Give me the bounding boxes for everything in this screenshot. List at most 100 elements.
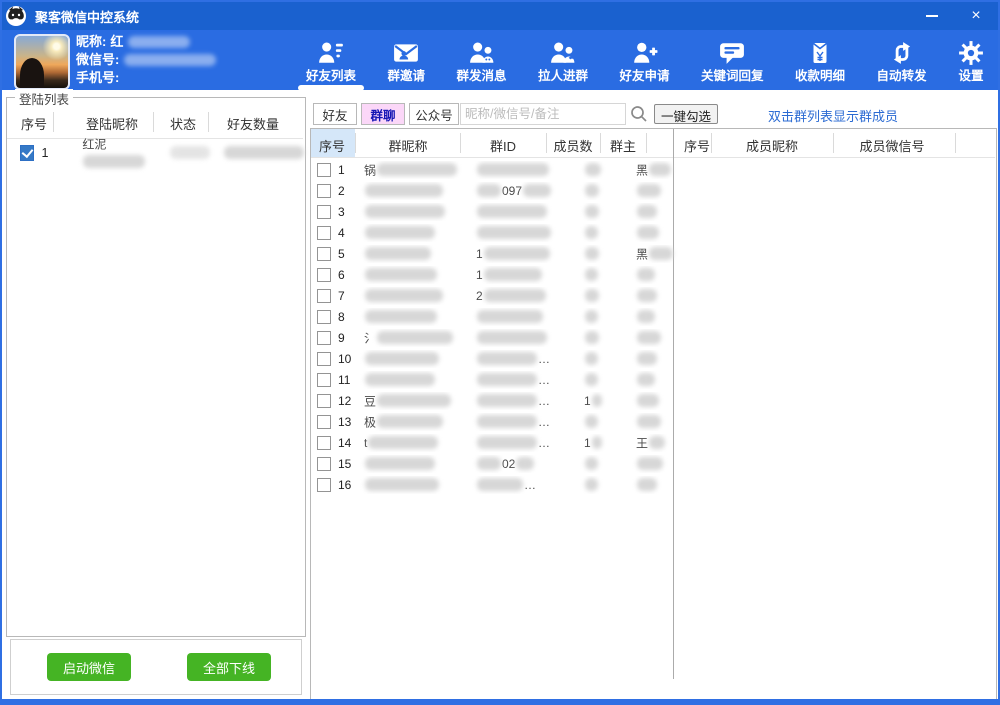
group-id-cell: 02: [466, 455, 570, 473]
blur-redaction: [585, 352, 598, 365]
group-row[interactable]: 4: [311, 222, 673, 243]
toolbar-item-auto-forward[interactable]: 自动转发: [873, 32, 931, 90]
blur-redaction: [649, 436, 665, 449]
group-row-checkbox[interactable]: [317, 457, 331, 471]
toolbar-item-settings[interactable]: 设置: [954, 32, 988, 90]
toolbar-item-friend-list[interactable]: 好友列表: [302, 32, 360, 90]
account-info: 昵称: 红 微信号: 手机号:: [76, 33, 216, 87]
group-name-cell: [360, 476, 466, 494]
minimize-button[interactable]: [910, 2, 954, 30]
login-list-panel: 登陆列表 序号 登陆昵称 状态 好友数量 1 红泥: [6, 97, 306, 637]
group-row[interactable]: 10 …: [311, 348, 673, 369]
all-offline-button[interactable]: 全部下线: [187, 653, 271, 681]
group-row-checkbox[interactable]: [317, 247, 331, 261]
login-nickname-cell: 红泥: [82, 135, 155, 171]
app-window: 聚客微信中控系统 × 昵称: 红 微信号: 手机号:: [0, 0, 1000, 705]
group-row-checkbox[interactable]: [317, 184, 331, 198]
group-row[interactable]: 16 …: [311, 474, 673, 495]
group-row[interactable]: 3: [311, 201, 673, 222]
login-row[interactable]: 1 红泥: [7, 142, 305, 164]
group-row[interactable]: 13 极 …: [311, 411, 673, 432]
column-separator: [546, 133, 547, 153]
group-row[interactable]: 12 豆 … 1: [311, 390, 673, 411]
group-row-index: 16: [338, 478, 360, 492]
group-row-checkbox[interactable]: [317, 436, 331, 450]
group-row-checkbox[interactable]: [317, 289, 331, 303]
group-name-cell: [360, 182, 466, 200]
group-row[interactable]: 6 1: [311, 264, 673, 285]
member-count-cell: [570, 287, 630, 305]
group-row-checkbox[interactable]: [317, 415, 331, 429]
group-row[interactable]: 2 097: [311, 180, 673, 201]
blur-redaction: [637, 478, 657, 491]
blur-redaction: [365, 310, 437, 323]
group-row-index: 4: [338, 226, 360, 240]
search-input[interactable]: [460, 103, 626, 125]
group-name-cell: t: [360, 434, 466, 452]
group-id-cell: 2: [466, 287, 570, 305]
login-row-checkbox[interactable]: [20, 145, 34, 161]
group-row-index: 8: [338, 310, 360, 324]
group-id-cell: …: [466, 434, 570, 452]
group-row[interactable]: 7 2: [311, 285, 673, 306]
search-icon[interactable]: [630, 105, 648, 123]
toolbar-item-keyword-reply[interactable]: 关键词回复: [697, 32, 768, 90]
group-row[interactable]: 1 锅 黑: [311, 159, 673, 180]
group-row-index: 3: [338, 205, 360, 219]
group-row-index: 1: [338, 163, 360, 177]
blur-redaction: [365, 184, 443, 197]
group-row[interactable]: 8: [311, 306, 673, 327]
select-all-button[interactable]: 一键勾选: [654, 104, 718, 124]
group-owner-cell: 王: [630, 434, 692, 452]
blur-redaction: [365, 226, 435, 239]
toolbar-item-mass-message[interactable]: 群发消息: [453, 32, 511, 90]
group-row[interactable]: 9 氵: [311, 327, 673, 348]
group-id-cell: 1: [466, 266, 570, 284]
login-actions-box: 启动微信 全部下线: [10, 639, 302, 695]
group-row-checkbox[interactable]: [317, 373, 331, 387]
group-row[interactable]: 5 1 黑: [311, 243, 673, 264]
toolbar-item-payment-detail[interactable]: 收款明细: [791, 32, 849, 90]
group-row-checkbox[interactable]: [317, 268, 331, 282]
blur-redaction: [585, 331, 599, 344]
tab-friends[interactable]: 好友: [313, 103, 357, 125]
group-row-checkbox[interactable]: [317, 163, 331, 177]
text-fragment: 黑: [636, 163, 648, 177]
group-owner-cell: [630, 329, 692, 347]
blur-redaction: [637, 184, 661, 197]
group-row-checkbox[interactable]: [317, 478, 331, 492]
settings-gear-icon: [958, 36, 984, 66]
toolbar: 好友列表 群邀请: [302, 32, 988, 90]
group-row-checkbox[interactable]: [317, 394, 331, 408]
toolbar-item-friend-request[interactable]: 好友申请: [616, 32, 674, 90]
pull-into-group-icon: [550, 36, 576, 66]
group-row-checkbox[interactable]: [317, 352, 331, 366]
text-fragment: 02: [502, 456, 515, 470]
group-row-index: 11: [338, 373, 360, 387]
group-row[interactable]: 14 t … 1 王: [311, 432, 673, 453]
start-wechat-button[interactable]: 启动微信: [47, 653, 131, 681]
text-fragment: 极: [364, 415, 376, 429]
blur-redaction: [585, 478, 598, 491]
column-separator: [646, 133, 647, 153]
toolbar-item-group-invite[interactable]: 群邀请: [384, 32, 430, 90]
group-row[interactable]: 15 02: [311, 453, 673, 474]
group-row-checkbox[interactable]: [317, 226, 331, 240]
group-owner-cell: 黑: [630, 161, 692, 179]
tab-group-chat[interactable]: 群聊: [361, 103, 405, 125]
phone-label: 手机号:: [76, 69, 119, 87]
group-row-checkbox[interactable]: [317, 310, 331, 324]
blur-redaction: [592, 394, 602, 407]
col-header-member-count: 成员数: [543, 136, 603, 155]
show-members-hint-link[interactable]: 双击群列表显示群成员: [768, 106, 898, 125]
text-fragment: 王: [636, 436, 648, 450]
toolbar-item-pull-into-group[interactable]: 拉人进群: [534, 32, 592, 90]
group-owner-cell: [630, 266, 692, 284]
close-button[interactable]: ×: [954, 2, 998, 30]
blur-redaction: [365, 373, 435, 386]
tab-official-account[interactable]: 公众号: [409, 103, 459, 125]
text-fragment: 2: [476, 288, 483, 302]
group-row[interactable]: 11 …: [311, 369, 673, 390]
group-row-checkbox[interactable]: [317, 205, 331, 219]
group-row-checkbox[interactable]: [317, 331, 331, 345]
